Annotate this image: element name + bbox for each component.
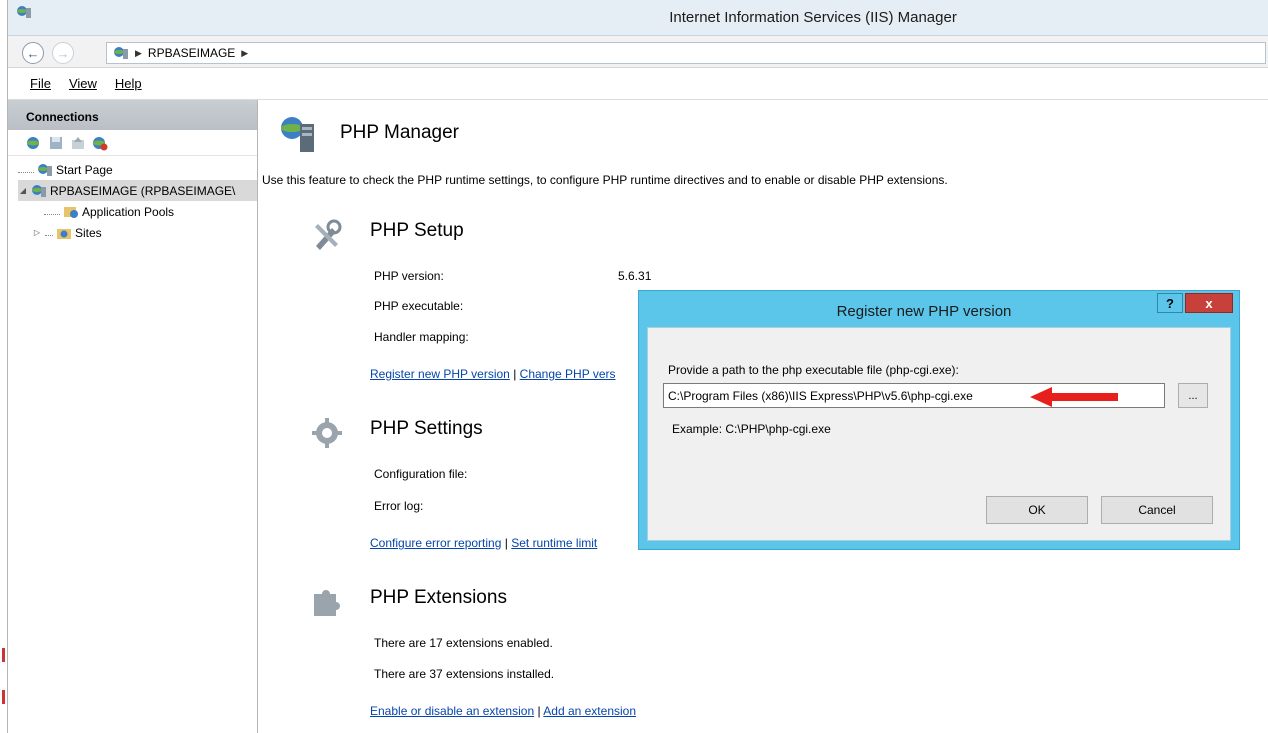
save-icon[interactable] bbox=[48, 135, 64, 151]
register-php-dialog: Register new PHP version ? x Provide a p… bbox=[638, 290, 1240, 550]
dialog-title: Register new PHP version bbox=[836, 303, 1012, 320]
edge-mark bbox=[2, 690, 5, 704]
php-manager-icon bbox=[281, 117, 314, 152]
tree-item-application-pools[interactable]: Application Pools bbox=[18, 201, 257, 222]
server-icon bbox=[32, 184, 46, 197]
close-button[interactable]: x bbox=[1185, 293, 1233, 313]
menu-view[interactable]: View bbox=[69, 76, 97, 91]
tree-item-start-page[interactable]: Start Page bbox=[18, 159, 257, 180]
expand-icon[interactable]: ▷ bbox=[32, 228, 42, 237]
extensions-enabled-text: There are 17 extensions enabled. bbox=[374, 636, 553, 650]
edge-mark bbox=[2, 648, 5, 662]
red-arrow-icon bbox=[1030, 387, 1118, 407]
extensions-links: Enable or disable an extension | Add an … bbox=[370, 704, 636, 718]
app-pools-icon bbox=[64, 206, 78, 218]
breadcrumb-item[interactable]: RPBASEIMAGE bbox=[148, 46, 235, 60]
php-version-label: PHP version: bbox=[374, 269, 444, 283]
gear-icon bbox=[312, 418, 342, 448]
menu-bar: File View Help bbox=[8, 68, 1268, 100]
breadcrumb[interactable]: ▶ RPBASEIMAGE ▶ bbox=[106, 42, 1266, 64]
link-separator: | bbox=[504, 536, 508, 550]
connections-tree: Start Page ◢ RPBASEIMAGE (RPBASEIMAGE\ A… bbox=[8, 156, 257, 243]
connections-toolbar bbox=[8, 130, 257, 156]
dialog-body: Provide a path to the php executable fil… bbox=[647, 327, 1231, 541]
connections-header: Connections bbox=[8, 100, 257, 130]
menu-help[interactable]: Help bbox=[115, 76, 142, 91]
configure-error-reporting-link[interactable]: Configure error reporting bbox=[370, 536, 501, 550]
forward-arrow-icon[interactable]: → bbox=[52, 42, 74, 64]
cancel-button[interactable]: Cancel bbox=[1101, 496, 1213, 524]
window-title: Internet Information Services (IIS) Mana… bbox=[669, 9, 957, 26]
error-log-label: Error log: bbox=[374, 499, 424, 513]
register-php-version-link[interactable]: Register new PHP version bbox=[370, 367, 510, 381]
tree-item-label: Sites bbox=[75, 225, 102, 240]
link-separator: | bbox=[537, 704, 541, 718]
extensions-installed-text: There are 37 extensions installed. bbox=[374, 667, 555, 681]
chevron-right-icon[interactable]: ▶ bbox=[241, 48, 248, 59]
php-setup-title: PHP Setup bbox=[370, 220, 464, 241]
enable-disable-extension-link[interactable]: Enable or disable an extension bbox=[370, 704, 534, 718]
address-bar: ← → ▶ RPBASEIMAGE ▶ bbox=[8, 36, 1268, 68]
page-description: Use this feature to check the PHP runtim… bbox=[262, 173, 948, 187]
tools-icon bbox=[315, 219, 342, 250]
set-runtime-limits-link[interactable]: Set runtime limit bbox=[511, 536, 597, 550]
window-edge bbox=[0, 0, 8, 733]
page-title: PHP Manager bbox=[340, 122, 459, 143]
php-version-value: 5.6.31 bbox=[618, 269, 652, 283]
start-page-icon bbox=[38, 163, 52, 176]
php-extensions-title: PHP Extensions bbox=[370, 587, 507, 608]
example-text: Example: C:\PHP\php-cgi.exe bbox=[672, 422, 831, 436]
handler-mapping-label: Handler mapping: bbox=[374, 330, 469, 344]
connections-panel: Connections Start Page ◢ RPBASEIMAGE (RP… bbox=[8, 100, 258, 733]
help-button[interactable]: ? bbox=[1157, 293, 1183, 313]
back-arrow-icon[interactable]: ← bbox=[22, 42, 44, 64]
path-prompt-label: Provide a path to the php executable fil… bbox=[668, 363, 959, 377]
ok-button[interactable]: OK bbox=[986, 496, 1088, 524]
configuration-file-label: Configuration file: bbox=[374, 467, 468, 481]
settings-links: Configure error reporting | Set runtime … bbox=[370, 536, 597, 550]
change-php-version-link[interactable]: Change PHP vers bbox=[520, 367, 616, 381]
sites-folder-icon bbox=[57, 228, 71, 239]
tree-item-label: Application Pools bbox=[82, 204, 175, 219]
tree-item-sites[interactable]: ▷ Sites bbox=[18, 222, 257, 243]
title-bar: Internet Information Services (IIS) Mana… bbox=[8, 0, 1268, 36]
puzzle-icon bbox=[314, 590, 340, 616]
browse-button[interactable]: ... bbox=[1178, 383, 1208, 408]
menu-file[interactable]: File bbox=[30, 76, 51, 91]
add-extension-link[interactable]: Add an extension bbox=[543, 704, 636, 718]
php-settings-title: PHP Settings bbox=[370, 418, 483, 439]
up-icon[interactable] bbox=[70, 135, 86, 151]
php-executable-label: PHP executable: bbox=[374, 299, 464, 313]
tree-item-server[interactable]: ◢ RPBASEIMAGE (RPBASEIMAGE\ bbox=[18, 180, 257, 201]
server-icon bbox=[114, 47, 128, 59]
chevron-right-icon: ▶ bbox=[135, 47, 142, 58]
setup-links: Register new PHP version | Change PHP ve… bbox=[370, 367, 616, 381]
disconnect-icon[interactable] bbox=[92, 135, 108, 151]
tree-item-label: RPBASEIMAGE (RPBASEIMAGE\ bbox=[50, 183, 236, 198]
link-separator: | bbox=[513, 367, 517, 381]
tree-item-label: Start Page bbox=[56, 162, 113, 177]
connect-icon[interactable] bbox=[26, 135, 42, 151]
collapse-icon[interactable]: ◢ bbox=[18, 186, 28, 195]
